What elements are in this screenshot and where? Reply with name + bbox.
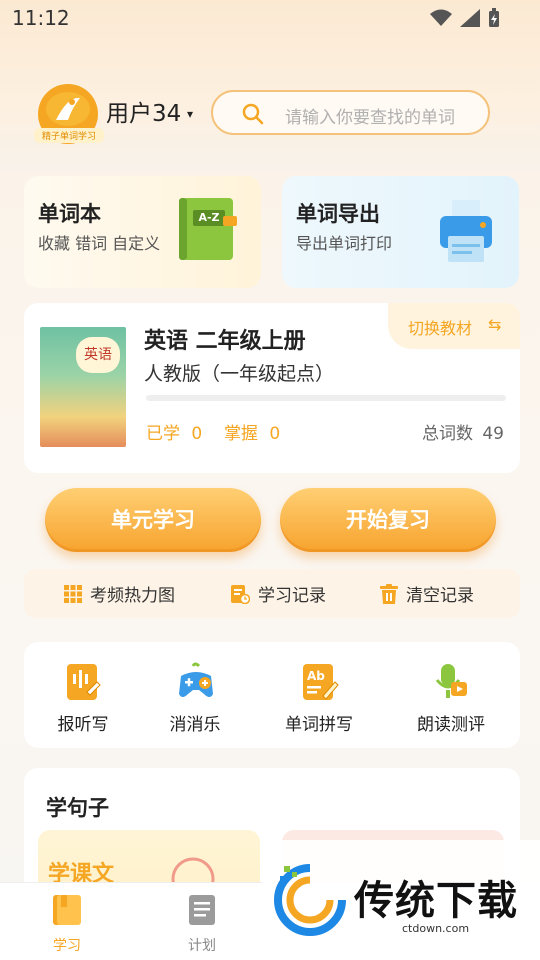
tool-spelling[interactable]: Ab 单词拼写 — [264, 662, 374, 735]
book-edition: 人教版（一年级起点） — [144, 363, 335, 385]
watermark: 传统下载 ctdown.com — [262, 840, 540, 960]
section-title: 学句子 — [46, 796, 109, 820]
search-input[interactable]: 请输入你要查找的单词 — [211, 90, 490, 135]
study-progress-bar — [146, 395, 506, 401]
tool-reading-test[interactable]: 朗读测评 — [396, 662, 506, 735]
learned-label: 已学 — [146, 424, 180, 444]
notebook-icon: A-Z — [179, 198, 237, 260]
nav-plan[interactable]: 计划 — [172, 893, 232, 955]
heatmap-link[interactable]: 考频热力图 — [64, 581, 175, 606]
nav-study-label: 学习 — [53, 938, 81, 954]
quick-links-bar: 考频热力图 学习记录 清空记录 — [24, 569, 520, 618]
export-card-subtitle: 导出单词打印 — [296, 234, 393, 253]
clear-record-label: 清空记录 — [406, 586, 474, 606]
status-bar: 11:12 — [0, 0, 540, 36]
mastered-label: 掌握 — [224, 424, 258, 444]
learned-stat: 已学 0 — [146, 419, 202, 444]
clear-record-link[interactable]: 清空记录 — [380, 581, 474, 606]
mastered-value: 0 — [269, 424, 281, 444]
word-export-card[interactable]: 单词导出 导出单词打印 — [282, 176, 519, 288]
study-record-link[interactable]: 学习记录 — [230, 581, 326, 606]
printer-icon — [440, 200, 492, 262]
dictation-label: 报听写 — [57, 715, 109, 735]
signal-icon — [460, 9, 480, 27]
total-label: 总词数 — [421, 424, 473, 444]
avatar-caption: 精子单词学习 — [34, 128, 104, 143]
username[interactable]: 用户34 — [106, 94, 181, 128]
wifi-icon — [430, 9, 452, 26]
nav-plan-label: 计划 — [188, 938, 216, 954]
avatar-logo — [46, 92, 90, 126]
book-cover-image: 英语 — [40, 327, 126, 447]
export-card-title: 单词导出 — [296, 202, 380, 226]
heatmap-label: 考频热力图 — [90, 586, 175, 606]
grid-icon — [64, 584, 82, 603]
nav-study[interactable]: 学习 — [37, 893, 97, 955]
total-value: 49 — [482, 424, 504, 444]
record-icon — [231, 584, 250, 604]
switch-textbook-button[interactable]: 切换教材 ⇆ — [388, 303, 520, 349]
chevron-down-icon[interactable]: ▾ — [187, 107, 193, 121]
study-record-label: 学习记录 — [258, 586, 326, 606]
textbook-card[interactable]: 英语 英语 二年级上册 人教版（一年级起点） 已学 0 掌握 0 总词数 49 … — [24, 303, 520, 473]
tool-match-game[interactable]: 消消乐 — [140, 662, 250, 735]
search-placeholder: 请输入你要查找的单词 — [285, 108, 455, 128]
tools-card: 报听写 消消乐 Ab 单词拼写 朗读测评 — [24, 642, 520, 748]
start-review-button[interactable]: 开始复习 — [280, 488, 496, 552]
cover-title: 英语 — [76, 337, 120, 373]
unit-study-button[interactable]: 单元学习 — [45, 488, 261, 552]
tool-dictation[interactable]: 报听写 — [28, 662, 138, 735]
search-icon — [242, 103, 264, 125]
book-icon — [53, 895, 81, 925]
watermark-logo-icon — [274, 864, 346, 936]
swap-icon: ⇆ — [488, 315, 502, 334]
vocab-book-card[interactable]: 单词本 收藏 错词 自定义 A-Z — [24, 176, 261, 288]
mastered-stat: 掌握 0 — [224, 419, 280, 444]
watermark-url: ctdown.com — [402, 922, 470, 935]
book-title: 英语 二年级上册 — [144, 329, 306, 354]
reading-test-label: 朗读测评 — [417, 715, 485, 735]
vocab-card-subtitle: 收藏 错词 自定义 — [38, 234, 161, 253]
notebook-label: A-Z — [193, 210, 225, 226]
microphone-icon — [435, 664, 467, 698]
status-icons — [430, 8, 500, 28]
spelling-icon: Ab — [303, 664, 339, 700]
gamepad-icon — [179, 662, 213, 697]
trash-icon — [380, 583, 398, 604]
match-game-label: 消消乐 — [169, 715, 221, 735]
plan-icon — [189, 895, 215, 925]
total-words-stat: 总词数 49 — [422, 419, 504, 444]
watermark-text: 传统下载 — [354, 878, 518, 924]
dictation-icon — [67, 664, 101, 700]
logo-icon — [56, 97, 80, 120]
learned-value: 0 — [191, 424, 203, 444]
vocab-card-title: 单词本 — [38, 202, 101, 226]
switch-textbook-label: 切换教材 — [408, 319, 473, 338]
svg-text:Ab: Ab — [307, 669, 325, 683]
battery-icon — [489, 8, 499, 27]
status-time: 11:12 — [12, 6, 70, 30]
spelling-label: 单词拼写 — [285, 715, 353, 735]
